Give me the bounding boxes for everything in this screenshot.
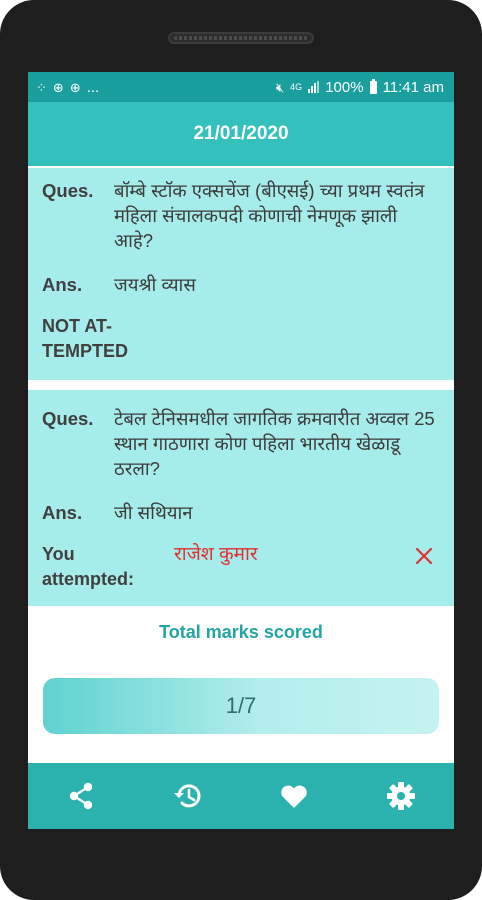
question-text: बॉम्बे स्टॉक एक्सचेंज (बीएसई) च्या प्रथम… — [114, 180, 425, 251]
answer-row: Ans. जी सथियान — [42, 500, 440, 525]
status-bar: ⁘ ⊕ ⊕ ... 🔇︎ 4G 100% 11:41 am — [28, 72, 454, 102]
attempted-answer: राजेश कुमार — [174, 544, 258, 565]
speaker-grille — [168, 32, 314, 44]
mute-icon: 🔇︎ — [275, 79, 285, 95]
phone-frame: ⁘ ⊕ ⊕ ... 🔇︎ 4G 100% 11:41 am 21/01/2020 — [0, 0, 482, 900]
question-card: Ques. बॉम्बे स्टॉक एक्सचेंज (बीएसई) च्या… — [28, 168, 454, 380]
app-bar: 21/01/2020 — [28, 102, 454, 166]
answer-label: Ans. — [42, 274, 83, 295]
battery-percent: 100% — [325, 78, 364, 96]
favorites-button[interactable] — [266, 768, 322, 824]
question-label: Ques. — [42, 180, 94, 201]
share-icon — [70, 782, 93, 810]
attempted-label: You attempted: — [42, 544, 135, 589]
status-left: ⁘ ⊕ ⊕ ... — [36, 79, 99, 96]
app-screen: ⁘ ⊕ ⊕ ... 🔇︎ 4G 100% 11:41 am 21/01/2020 — [28, 72, 454, 829]
share-button[interactable] — [53, 768, 109, 824]
game-icon: ⊕ — [52, 79, 64, 95]
clock: 11:41 am — [382, 78, 444, 96]
score-button[interactable]: 1/7 — [43, 678, 439, 734]
answer-row: Ans. जयश्री व्यास — [42, 272, 440, 297]
heart-icon — [281, 785, 308, 808]
status-right: 🔇︎ 4G 100% 11:41 am — [275, 78, 444, 96]
battery-icon — [369, 78, 377, 94]
card-divider — [28, 380, 454, 390]
history-icon — [173, 784, 201, 808]
wrong-cross-icon — [415, 547, 433, 565]
bottom-nav — [28, 763, 454, 829]
attempt-status: NOT AT-TEMPTED — [42, 316, 129, 361]
question-card: Ques. टेबल टेनिसमधील जागतिक क्रमवारीत अव… — [28, 390, 454, 606]
question-text: टेबल टेनिसमधील जागतिक क्रमवारीत अव्वल 25… — [114, 408, 435, 479]
settings-icon — [386, 782, 415, 810]
answer-text: जयश्री व्यास — [114, 274, 196, 295]
score-value: 1/7 — [225, 693, 257, 718]
status-more-text: ... — [86, 78, 100, 96]
notification-icon: ⁘ — [36, 79, 47, 95]
signal-icon — [308, 81, 320, 93]
answer-text: जी सथियान — [114, 502, 193, 523]
total-marks-label: Total marks scored — [159, 622, 323, 642]
game-icon-2: ⊕ — [69, 79, 81, 95]
page-title: 21/01/2020 — [193, 123, 289, 144]
question-row: Ques. टेबल टेनिसमधील जागतिक क्रमवारीत अव… — [42, 406, 440, 481]
settings-button[interactable] — [373, 768, 429, 824]
question-label: Ques. — [42, 408, 94, 429]
network-type: 4G — [290, 81, 303, 92]
history-button[interactable] — [160, 768, 216, 824]
answer-label: Ans. — [42, 502, 83, 523]
question-row: Ques. बॉम्बे स्टॉक एक्सचेंज (बीएसई) च्या… — [42, 178, 440, 253]
